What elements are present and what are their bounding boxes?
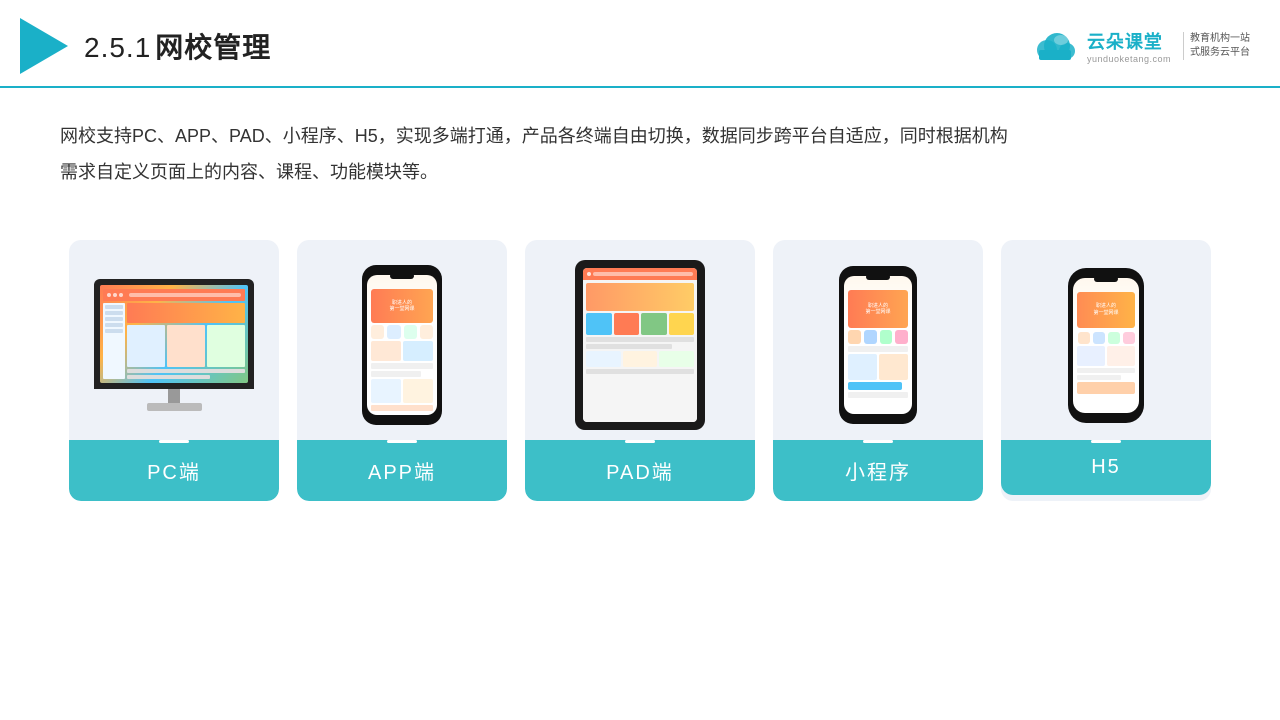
- brand-logo: 云朵课堂 yunduoketang.com 教育机构一站 式服务云平台: [1027, 26, 1250, 66]
- slogan-line1: 教育机构一站: [1190, 32, 1250, 46]
- card-h5-label: H5: [1001, 440, 1211, 495]
- tablet-device: [575, 260, 705, 430]
- card-pad: PAD端: [525, 240, 755, 501]
- card-app-image: 职进人的第一堂网课: [297, 240, 507, 440]
- card-miniprogram-image: 职进人的第一堂网课: [773, 240, 983, 440]
- cloud-icon: [1027, 26, 1079, 66]
- card-h5: 职进人的第一堂网课: [1001, 240, 1211, 501]
- phone-device-app: 职进人的第一堂网课: [362, 265, 442, 425]
- card-pc-image: [69, 240, 279, 440]
- monitor-device: [94, 279, 254, 411]
- page-title: 2.5.1网校管理: [84, 26, 271, 66]
- phone-device-h5: 职进人的第一堂网课: [1068, 268, 1144, 423]
- header-left: 2.5.1网校管理: [20, 18, 271, 74]
- card-h5-image: 职进人的第一堂网课: [1001, 240, 1211, 440]
- brand-name: 云朵课堂: [1087, 28, 1163, 54]
- phone-device-mp: 职进人的第一堂网课: [839, 266, 917, 424]
- card-pad-label: PAD端: [525, 440, 755, 501]
- card-pad-image: [525, 240, 755, 440]
- section-number: 2.5.1: [84, 32, 151, 63]
- brand-slogan: 教育机构一站 式服务云平台: [1183, 32, 1250, 60]
- card-pc: PC端: [69, 240, 279, 501]
- description-text-2: 需求自定义页面上的内容、课程、功能模块等。: [60, 162, 438, 182]
- brand-domain: yunduoketang.com: [1087, 54, 1171, 64]
- card-app-label: APP端: [297, 440, 507, 501]
- card-miniprogram-label: 小程序: [773, 440, 983, 501]
- description-block: 网校支持PC、APP、PAD、小程序、H5，实现多端打通，产品各终端自由切换，数…: [0, 88, 1160, 200]
- cards-section: PC端 职进人的第一堂网课: [0, 210, 1280, 521]
- card-app: 职进人的第一堂网课: [297, 240, 507, 501]
- card-pc-label: PC端: [69, 440, 279, 501]
- brand-text: 云朵课堂 yunduoketang.com: [1087, 28, 1171, 64]
- card-miniprogram: 职进人的第一堂网课: [773, 240, 983, 501]
- slogan-line2: 式服务云平台: [1190, 46, 1250, 60]
- header: 2.5.1网校管理 云朵课堂 yunduoketang.com 教育机构一站 式…: [0, 0, 1280, 88]
- title-text: 网校管理: [155, 32, 271, 63]
- description-text-1: 网校支持PC、APP、PAD、小程序、H5，实现多端打通，产品各终端自由切换，数…: [60, 126, 1008, 146]
- logo-triangle-icon: [20, 18, 68, 74]
